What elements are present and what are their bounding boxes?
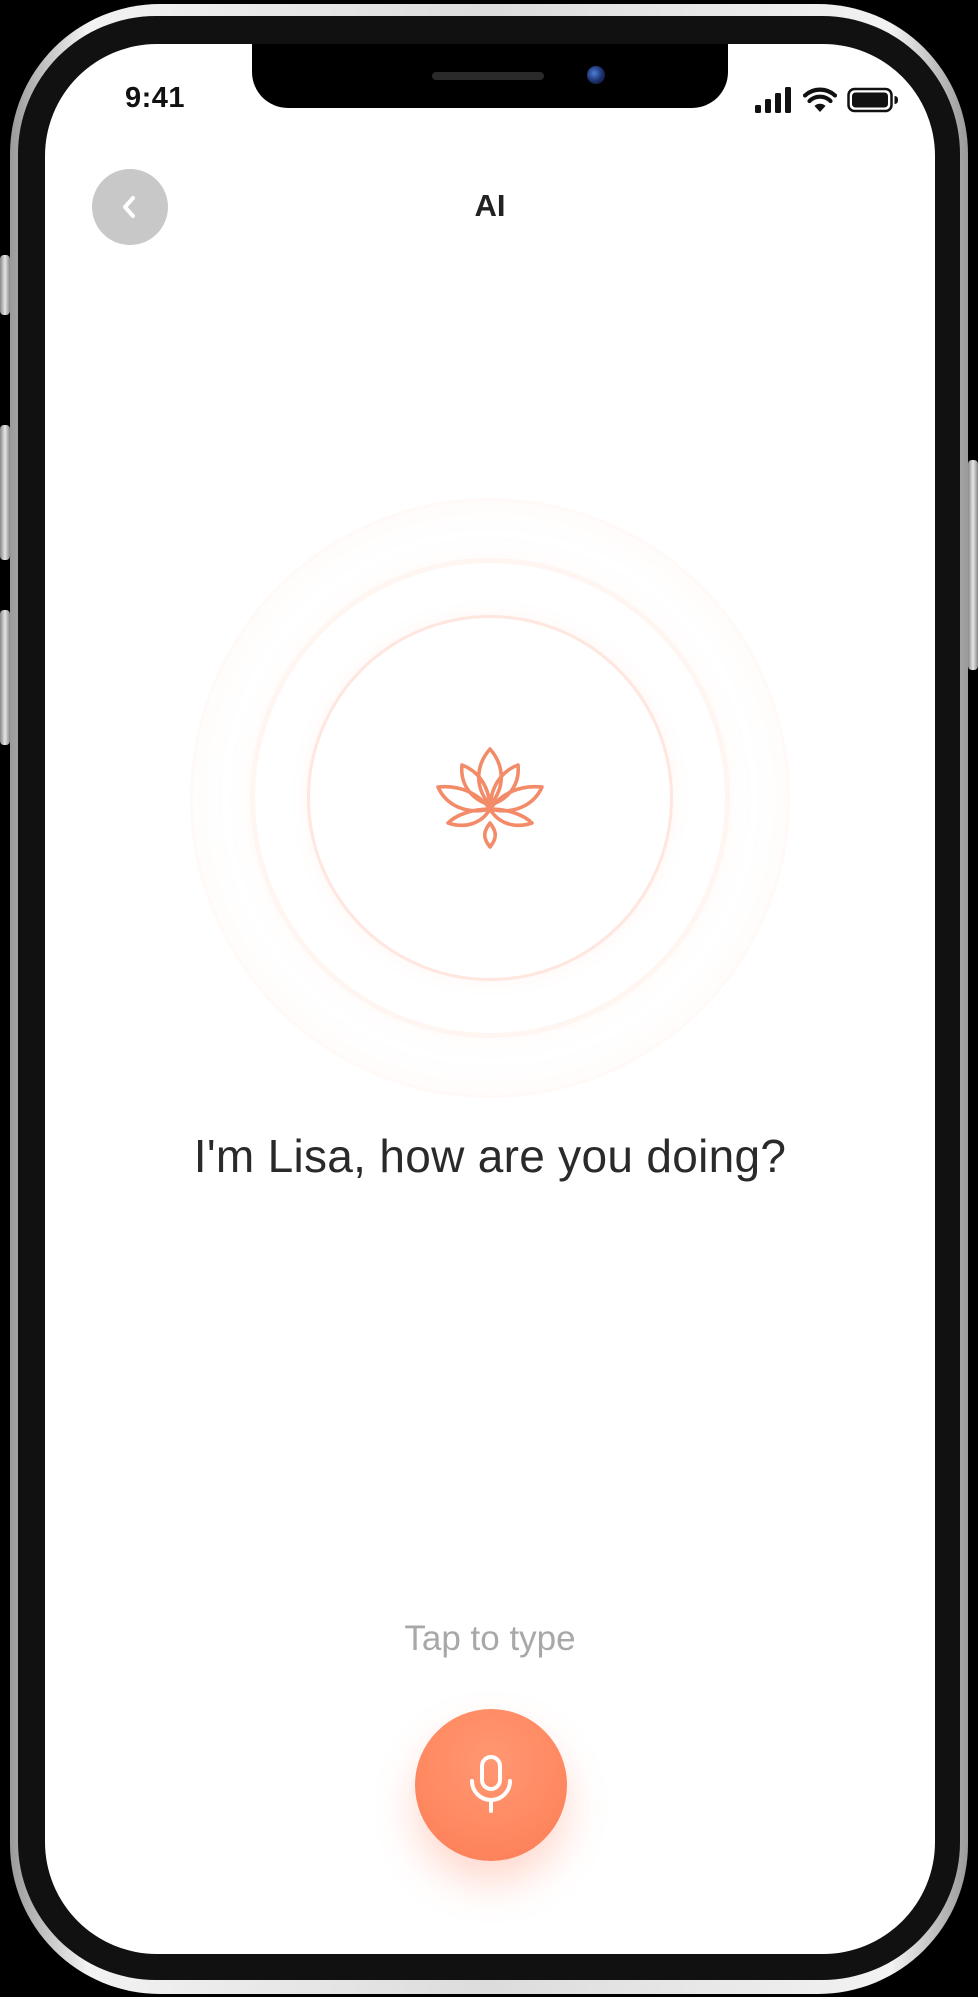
power-button [968, 460, 978, 670]
signal-icon [755, 87, 791, 113]
volume-down-button [0, 610, 10, 745]
wifi-icon [803, 87, 837, 112]
volume-up-button [0, 425, 10, 560]
status-time: 9:41 [125, 82, 186, 114]
microphone-icon [470, 1755, 512, 1813]
microphone-button[interactable] [415, 1709, 567, 1861]
tap-to-type-hint[interactable]: Tap to type [45, 1619, 935, 1659]
screen: 9:41 AI I'm Lisa, how are you doing? Tap… [45, 44, 935, 1954]
status-icons [755, 82, 899, 118]
assistant-avatar [190, 498, 790, 1098]
assistant-greeting: I'm Lisa, how are you doing? [193, 1130, 787, 1182]
battery-icon [847, 87, 898, 113]
page-title: AI [474, 188, 506, 223]
lotus-icon [436, 747, 544, 849]
notch [252, 44, 728, 108]
earpiece-speaker [432, 72, 544, 80]
front-camera [587, 66, 605, 84]
mute-switch [0, 255, 10, 315]
